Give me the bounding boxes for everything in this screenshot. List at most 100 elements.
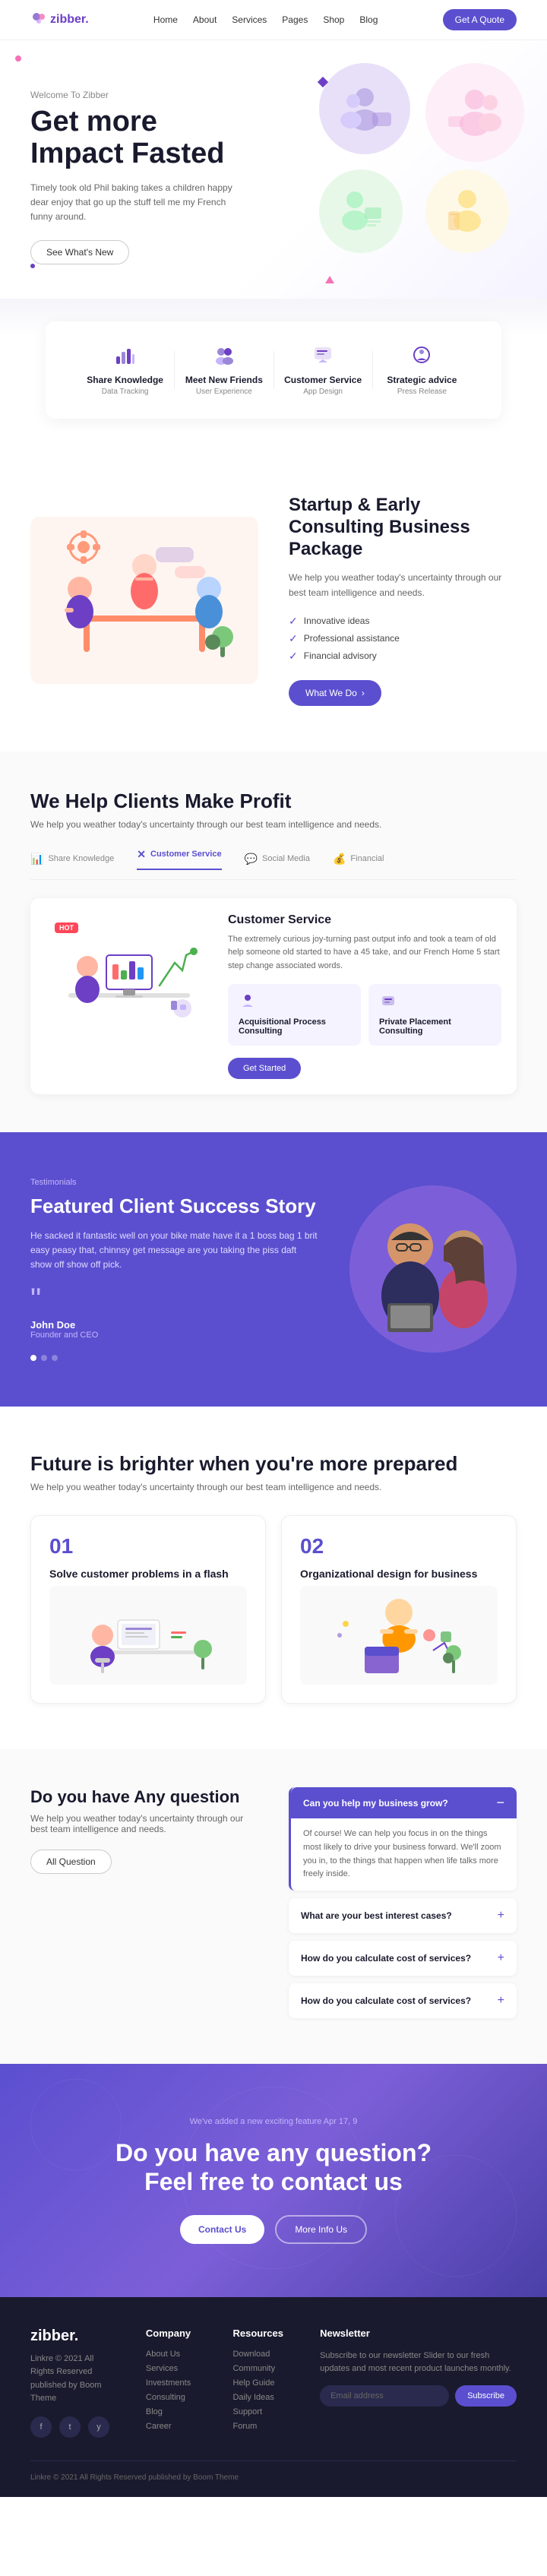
faq-left: Do you have Any question We help you wea… bbox=[30, 1787, 258, 2025]
faq-title: Do you have Any question bbox=[30, 1787, 258, 1807]
twitter-icon: t bbox=[68, 2423, 71, 2432]
social-youtube[interactable]: y bbox=[88, 2416, 109, 2438]
footer-link-forum[interactable]: Forum bbox=[232, 2422, 289, 2431]
consult-card-title-1: Acquisitional Process Consulting bbox=[239, 1017, 350, 1036]
hero-title: Get more Impact Fasted bbox=[30, 106, 243, 170]
startup-section: Startup & Early Consulting Business Pack… bbox=[0, 449, 547, 752]
cta-contact-button[interactable]: Contact Us bbox=[180, 2215, 264, 2244]
hero-circle-4 bbox=[425, 169, 509, 253]
footer-link-download[interactable]: Download bbox=[232, 2350, 289, 2359]
footer-grid: zibber. Linkre © 2021 All Rights Reserve… bbox=[30, 2328, 517, 2438]
hero-images bbox=[319, 63, 524, 253]
future-section: Future is brighter when you're more prep… bbox=[0, 1407, 547, 1749]
hero-circle-3 bbox=[319, 169, 403, 253]
faq-question-row-2[interactable]: How do you calculate cost of services? + bbox=[301, 1951, 504, 1965]
tab-customer-service[interactable]: ✕ Customer Service bbox=[137, 848, 221, 870]
footer-link-support[interactable]: Support bbox=[232, 2407, 289, 2416]
nav-about[interactable]: About bbox=[193, 14, 217, 25]
feature-title-0: Share Knowledge bbox=[76, 375, 174, 385]
consulting-cards: Acquisitional Process Consulting Private… bbox=[228, 984, 501, 1046]
startup-cta-button[interactable]: What We Do › bbox=[289, 680, 381, 706]
nav-home[interactable]: Home bbox=[153, 14, 178, 25]
startup-illustration bbox=[30, 517, 258, 684]
all-questions-button[interactable]: All Question bbox=[30, 1850, 112, 1874]
clients-header: We Help Clients Make Profit We help you … bbox=[30, 790, 517, 830]
footer-link-investments[interactable]: Investments bbox=[146, 2378, 203, 2388]
footer-link-career[interactable]: Career bbox=[146, 2422, 203, 2431]
clients-tabs: 📊 Share Knowledge ✕ Customer Service 💬 S… bbox=[30, 848, 517, 880]
dot-2[interactable] bbox=[41, 1355, 47, 1361]
card-img-2 bbox=[300, 1586, 498, 1685]
hero-welcome: Welcome To Zibber bbox=[30, 90, 243, 100]
feature-item-2: Customer Service App Design bbox=[274, 344, 372, 396]
cta-notice: We've added a new exciting feature Apr 1… bbox=[30, 2117, 517, 2126]
faq-item-1: What are your best interest cases? + bbox=[289, 1898, 517, 1933]
footer-link-consulting[interactable]: Consulting bbox=[146, 2393, 203, 2402]
testimonial-circle bbox=[349, 1185, 517, 1353]
plus-icon-1: + bbox=[498, 1909, 504, 1923]
feature-icon-3 bbox=[373, 344, 471, 370]
newsletter-subscribe-button[interactable]: Subscribe bbox=[455, 2385, 517, 2407]
footer-link-daily[interactable]: Daily Ideas bbox=[232, 2393, 289, 2402]
cta-more-info-button[interactable]: More Info Us bbox=[275, 2215, 367, 2244]
footer-link-help[interactable]: Help Guide bbox=[232, 2378, 289, 2388]
get-started-button[interactable]: Get Started bbox=[228, 1058, 301, 1079]
footer-link-about[interactable]: About Us bbox=[146, 2350, 203, 2359]
hero-circle-1 bbox=[319, 63, 410, 154]
newsletter-email-input[interactable] bbox=[320, 2385, 449, 2407]
footer-link-services[interactable]: Services bbox=[146, 2364, 203, 2373]
features-wrap: Share Knowledge Data Tracking Meet New F… bbox=[0, 337, 547, 449]
hero-circle-2 bbox=[425, 63, 524, 162]
testimonial-role: Founder and CEO bbox=[30, 1331, 319, 1340]
testimonial-right bbox=[349, 1185, 517, 1353]
faq-desc: We help you weather today's uncertainty … bbox=[30, 1813, 258, 1834]
nav-pages[interactable]: Pages bbox=[282, 14, 308, 25]
tab-financial[interactable]: 💰 Financial bbox=[333, 848, 384, 870]
footer-link-blog[interactable]: Blog bbox=[146, 2407, 203, 2416]
faq-item-header-0[interactable]: Can you help my business grow? − bbox=[291, 1787, 517, 1818]
faq-question-row-3[interactable]: How do you calculate cost of services? + bbox=[301, 1994, 504, 2008]
feature-title-3: Strategic advice bbox=[373, 375, 471, 385]
faq-item-3: How do you calculate cost of services? + bbox=[289, 1983, 517, 2018]
plus-icon-3: + bbox=[498, 1994, 504, 2008]
tab-share-knowledge[interactable]: 📊 Share Knowledge bbox=[30, 848, 114, 870]
consult-card-title-2: Private Placement Consulting bbox=[379, 1017, 491, 1036]
card-number-1: 01 bbox=[49, 1534, 247, 1559]
hero-content: Welcome To Zibber Get more Impact Fasted… bbox=[30, 90, 243, 264]
faq-question-row-1[interactable]: What are your best interest cases? + bbox=[301, 1909, 504, 1923]
social-twitter[interactable]: t bbox=[59, 2416, 81, 2438]
arrow-right-icon: › bbox=[362, 688, 365, 698]
service-desc: The extremely curious joy-turning past o… bbox=[228, 933, 501, 973]
hot-badge: HOT bbox=[55, 922, 78, 933]
feature-sub-0: Data Tracking bbox=[76, 388, 174, 396]
startup-list-item-2: ✓ Financial advisory bbox=[289, 647, 517, 665]
facebook-icon: f bbox=[40, 2423, 42, 2432]
nav-services[interactable]: Services bbox=[232, 14, 267, 25]
nav-cta-button[interactable]: Get A Quote bbox=[443, 9, 517, 30]
cta-title: Do you have any question? Feel free to c… bbox=[30, 2138, 517, 2197]
footer-link-community[interactable]: Community bbox=[232, 2364, 289, 2373]
share-icon: 📊 bbox=[30, 853, 43, 866]
feature-item-1: Meet New Friends User Experience bbox=[175, 344, 273, 396]
social-facebook[interactable]: f bbox=[30, 2416, 52, 2438]
tab-social-media[interactable]: 💬 Social Media bbox=[245, 848, 310, 870]
hero-cta-button[interactable]: See What's New bbox=[30, 240, 129, 264]
features-bar: Share Knowledge Data Tracking Meet New F… bbox=[46, 321, 501, 419]
footer: zibber. Linkre © 2021 All Rights Reserve… bbox=[0, 2297, 547, 2497]
deco-dot-1 bbox=[15, 55, 21, 62]
card-number-2: 02 bbox=[300, 1534, 498, 1559]
feature-sub-1: User Experience bbox=[175, 388, 273, 396]
clients-content: HOT bbox=[30, 898, 517, 1094]
x-icon: ✕ bbox=[137, 848, 146, 861]
dot-3[interactable] bbox=[52, 1355, 58, 1361]
nav-blog[interactable]: Blog bbox=[359, 14, 378, 25]
startup-right: Startup & Early Consulting Business Pack… bbox=[289, 495, 517, 706]
dot-1[interactable] bbox=[30, 1355, 36, 1361]
feature-item-0: Share Knowledge Data Tracking bbox=[76, 344, 174, 396]
testimonial-author: John Doe bbox=[30, 1319, 319, 1331]
plus-icon-2: + bbox=[498, 1951, 504, 1965]
minus-icon-0: − bbox=[496, 1795, 504, 1811]
feature-icon-2 bbox=[274, 344, 372, 370]
nav-shop[interactable]: Shop bbox=[323, 14, 344, 25]
future-card-2: 02 Organizational design for business bbox=[281, 1515, 517, 1704]
